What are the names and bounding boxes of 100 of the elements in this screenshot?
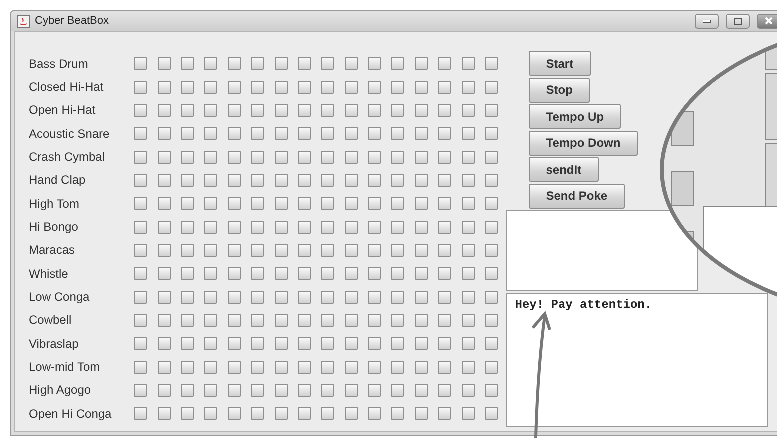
step-checkbox[interactable] [438,57,452,70]
step-checkbox[interactable] [158,127,171,140]
step-checkbox[interactable] [251,127,264,140]
step-checkbox[interactable] [274,290,288,304]
step-checkbox[interactable] [485,80,498,94]
step-checkbox[interactable] [274,267,288,280]
step-checkbox[interactable] [344,407,358,420]
step-checkbox[interactable] [251,407,264,420]
step-checkbox[interactable] [485,220,498,234]
step-checkbox[interactable] [321,337,334,350]
step-checkbox[interactable] [180,127,194,140]
control-button[interactable]: sendIt [529,157,599,182]
step-checkbox[interactable] [134,290,148,304]
step-checkbox[interactable] [344,80,358,94]
step-checkbox[interactable] [134,104,148,117]
step-checkbox[interactable] [414,104,428,117]
step-checkbox[interactable] [298,337,311,350]
step-checkbox[interactable] [321,244,334,257]
step-checkbox[interactable] [485,197,498,210]
control-button[interactable]: Tempo Up [529,104,622,130]
step-checkbox[interactable] [485,104,498,117]
step-checkbox[interactable] [228,150,241,164]
step-checkbox[interactable] [228,80,241,94]
step-checkbox[interactable] [298,384,311,397]
step-checkbox[interactable] [485,57,498,70]
step-checkbox[interactable] [204,57,218,70]
step-checkbox[interactable] [204,384,218,397]
step-checkbox[interactable] [414,127,428,140]
step-checkbox[interactable] [414,290,428,304]
step-checkbox[interactable] [485,360,498,374]
step-checkbox[interactable] [134,314,148,327]
step-checkbox[interactable] [321,267,334,280]
control-button[interactable]: Start [529,51,591,76]
step-checkbox[interactable] [180,220,194,234]
step-checkbox[interactable] [274,314,288,327]
step-checkbox[interactable] [180,174,194,187]
step-checkbox[interactable] [344,267,358,280]
step-checkbox[interactable] [158,337,171,350]
step-checkbox[interactable] [158,174,171,187]
step-checkbox[interactable] [134,267,148,280]
step-checkbox[interactable] [298,244,311,257]
step-checkbox[interactable] [228,197,241,210]
step-checkbox[interactable] [298,267,311,280]
step-checkbox[interactable] [204,360,218,374]
step-checkbox[interactable] [391,174,404,187]
step-checkbox[interactable] [414,244,428,257]
step-checkbox[interactable] [391,80,404,94]
step-checkbox[interactable] [180,337,194,350]
step-checkbox[interactable] [158,314,171,327]
step-checkbox[interactable] [414,150,428,164]
step-checkbox[interactable] [414,220,428,234]
step-checkbox[interactable] [180,57,194,70]
step-checkbox[interactable] [344,314,358,327]
step-checkbox[interactable] [204,80,218,94]
step-checkbox[interactable] [228,384,241,397]
step-checkbox[interactable] [321,174,334,187]
step-checkbox[interactable] [414,174,428,187]
step-checkbox[interactable] [462,360,475,374]
step-checkbox[interactable] [485,290,498,304]
step-checkbox[interactable] [368,127,382,140]
step-checkbox[interactable] [134,337,148,350]
step-checkbox[interactable] [228,220,241,234]
step-checkbox[interactable] [391,360,404,374]
step-checkbox[interactable] [462,127,475,140]
step-checkbox[interactable] [134,57,148,70]
step-checkbox[interactable] [274,337,288,350]
step-checkbox[interactable] [180,407,194,420]
step-checkbox[interactable] [438,80,452,94]
step-checkbox[interactable] [485,314,498,327]
step-checkbox[interactable] [462,150,475,164]
step-checkbox[interactable] [228,127,241,140]
step-checkbox[interactable] [298,150,311,164]
step-checkbox[interactable] [180,267,194,280]
step-checkbox[interactable] [158,57,171,70]
step-checkbox[interactable] [251,314,264,327]
step-checkbox[interactable] [228,360,241,374]
step-checkbox[interactable] [368,174,382,187]
step-checkbox[interactable] [204,197,218,210]
step-checkbox[interactable] [414,384,428,397]
step-checkbox[interactable] [228,407,241,420]
step-checkbox[interactable] [485,267,498,280]
step-checkbox[interactable] [274,150,288,164]
step-checkbox[interactable] [438,290,452,304]
step-checkbox[interactable] [438,104,452,117]
step-checkbox[interactable] [158,384,171,397]
step-checkbox[interactable] [251,290,264,304]
step-checkbox[interactable] [180,104,194,117]
step-checkbox[interactable] [391,267,404,280]
step-checkbox[interactable] [414,360,428,374]
step-checkbox[interactable] [228,314,241,327]
step-checkbox[interactable] [274,384,288,397]
step-checkbox[interactable] [391,127,404,140]
step-checkbox[interactable] [251,80,264,94]
step-checkbox[interactable] [438,220,452,234]
step-checkbox[interactable] [414,80,428,94]
step-checkbox[interactable] [438,127,452,140]
step-checkbox[interactable] [391,384,404,397]
step-checkbox[interactable] [462,197,475,210]
step-checkbox[interactable] [462,57,475,70]
step-checkbox[interactable] [414,337,428,350]
